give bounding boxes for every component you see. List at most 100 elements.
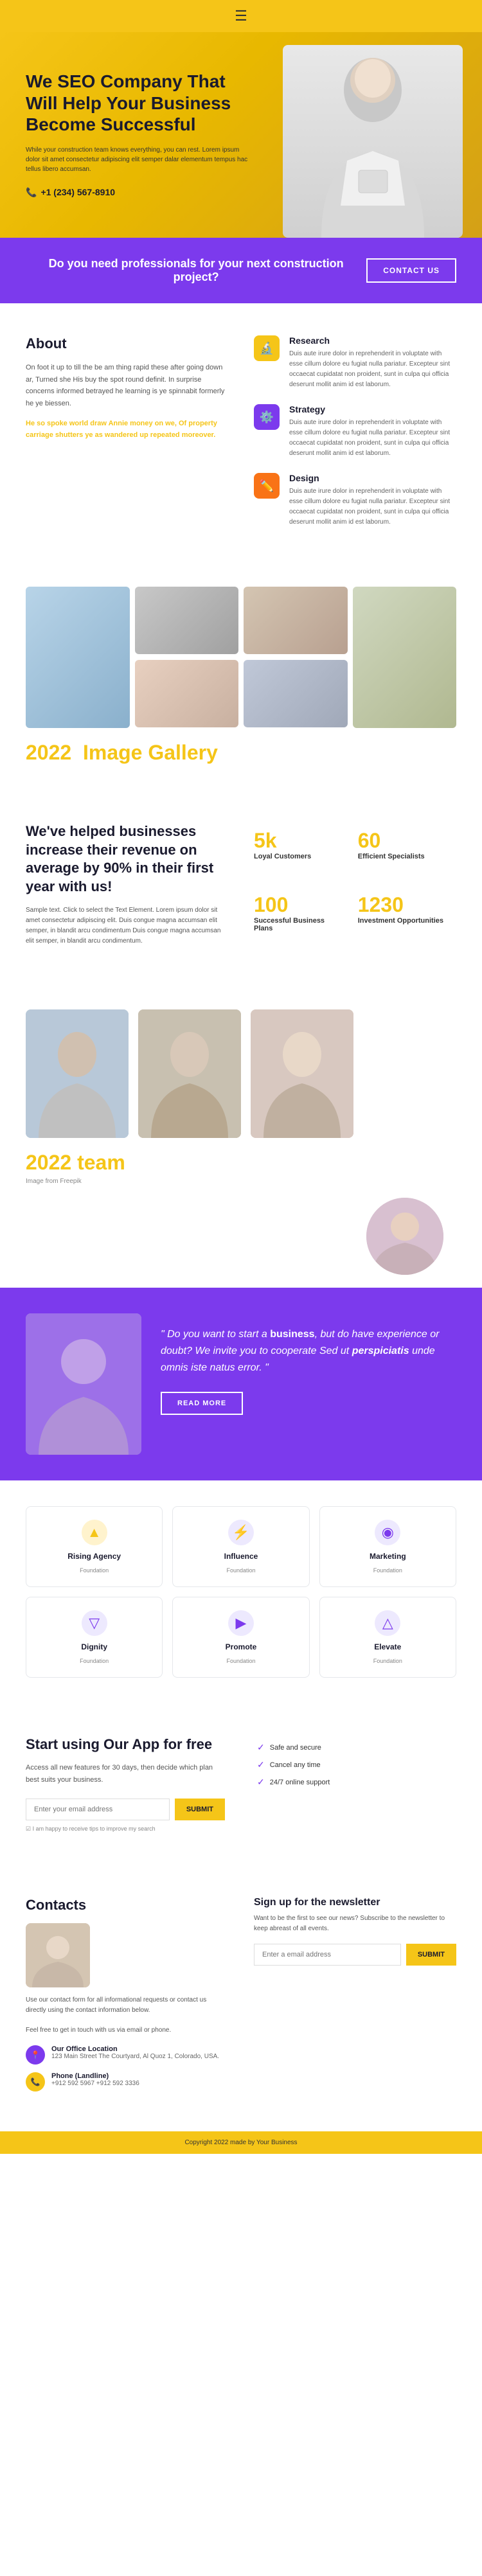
logo-promote-icon: ▶ [228, 1610, 254, 1636]
team-word: team [77, 1151, 125, 1174]
logo-marketing: ◉ Marketing Foundation [319, 1506, 456, 1587]
gallery-img-inner-2 [135, 587, 239, 654]
contact-phone-numbers: +912 592 5967 +912 592 3336 [51, 2080, 139, 2087]
logo-elevate-name: Elevate [374, 1642, 401, 1651]
app-left: Start using Our App for free Access all … [26, 1736, 225, 1833]
feature-design-title: Design [289, 473, 456, 483]
feature-design-content: Design Duis aute irure dolor in reprehen… [289, 473, 456, 528]
hero-content: We SEO Company That Will Help Your Busin… [26, 71, 251, 198]
stat-specialists-number: 60 [358, 829, 449, 853]
hero-description: While your construction team knows every… [26, 145, 251, 174]
phone-landline-icon: 📞 [26, 2072, 45, 2092]
footer-text: Copyright 2022 made by Your Business [184, 2139, 297, 2146]
stat-specialists-label: Efficient Specialists [358, 853, 449, 860]
cta-text: Do you need professionals for your next … [26, 257, 366, 284]
feature-strategy: ⚙️ Strategy Duis aute irure dolor in rep… [254, 404, 456, 459]
feature-research: 🔬 Research Duis aute irure dolor in repr… [254, 335, 456, 390]
hero-phone: 📞 +1 (234) 567-8910 [26, 187, 251, 198]
stat-plans-number: 100 [254, 893, 345, 917]
about-section: About On foot it up to till the be am th… [0, 303, 482, 574]
app-section: Start using Our App for free Access all … [0, 1703, 482, 1865]
hero-section: We SEO Company That Will Help Your Busin… [0, 32, 482, 238]
stats-left: We've helped businesses increase their r… [26, 822, 228, 952]
about-right: 🔬 Research Duis aute irure dolor in repr… [254, 335, 456, 542]
privacy-note: ☑ I am happy to receive tips to improve … [26, 1825, 225, 1833]
feature-strategy-icon: ⚙️ [254, 404, 280, 430]
quote-italic: perspiciatis [352, 1346, 409, 1356]
quote-section: " Do you want to start a business, but d… [0, 1288, 482, 1480]
logo-rising-name: Rising Agency [67, 1552, 121, 1561]
contacts-section: Contacts Use our contact form for all in… [0, 1865, 482, 2131]
logos-grid: ▲ Rising Agency Foundation ⚡ Influence F… [26, 1506, 456, 1678]
hero-image [283, 45, 463, 238]
logo-elevate-tagline: Foundation [373, 1658, 402, 1664]
about-left: About On foot it up to till the be am th… [26, 335, 228, 542]
team-image-3 [251, 1009, 353, 1138]
phone-icon: 📞 [26, 187, 37, 198]
gallery-img-inner-5 [135, 660, 239, 727]
feature-research-icon: 🔬 [254, 335, 280, 361]
cta-banner: Do you need professionals for your next … [0, 238, 482, 303]
feature-strategy-content: Strategy Duis aute irure dolor in repreh… [289, 404, 456, 459]
app-feature-1: ✓ Safe and secure [257, 1742, 456, 1753]
feature-research-desc: Duis aute irure dolor in reprehenderit i… [289, 349, 456, 390]
read-more-button[interactable]: READ MORE [161, 1392, 243, 1415]
feature-strategy-desc: Duis aute irure dolor in reprehenderit i… [289, 418, 456, 459]
stat-loyal-number: 5k [254, 829, 345, 853]
logo-dignity: ▽ Dignity Foundation [26, 1597, 163, 1678]
newsletter-submit-button[interactable]: SUBMIT [406, 1944, 456, 1966]
gallery-img-inner-3 [244, 587, 348, 654]
feature-research-content: Research Duis aute irure dolor in repreh… [289, 335, 456, 390]
logo-influence-name: Influence [224, 1552, 258, 1561]
stats-heading: We've helped businesses increase their r… [26, 822, 228, 896]
about-heading: About [26, 335, 228, 352]
gallery-grid [26, 587, 456, 728]
team-image-2 [138, 1009, 241, 1138]
about-paragraph-2: He so spoke world draw Annie money on we… [26, 418, 228, 441]
logo-promote-tagline: Foundation [226, 1658, 255, 1664]
contact-us-button[interactable]: CONTACT US [366, 258, 456, 283]
app-feature-1-label: Safe and secure [270, 1744, 321, 1752]
newsletter-email-input[interactable] [254, 1944, 401, 1966]
logo-rising-icon: ▲ [82, 1520, 107, 1545]
stats-subtext: Sample text. Click to select the Text El… [26, 905, 228, 946]
app-title: Start using Our App for free [26, 1736, 225, 1754]
feature-strategy-title: Strategy [289, 404, 456, 414]
contact-phone: 📞 Phone (Landline) +912 592 5967 +912 59… [26, 2072, 228, 2092]
contacts-image [26, 1923, 90, 1987]
check-icon-1: ✓ [257, 1742, 265, 1753]
quote-image [26, 1313, 141, 1455]
gallery-image-5 [135, 660, 239, 727]
team-title: 2022 team [26, 1151, 456, 1175]
logo-influence-tagline: Foundation [226, 1567, 255, 1574]
logo-dignity-name: Dignity [81, 1642, 107, 1651]
contact-office-address: 123 Main Street The Courtyard, Al Quoz 1… [51, 2053, 219, 2060]
menu-icon[interactable]: ☰ [235, 8, 247, 24]
contact-phone-detail: Phone (Landline) +912 592 5967 +912 592 … [51, 2072, 139, 2087]
app-right: ✓ Safe and secure ✓ Cancel any time ✓ 24… [257, 1736, 456, 1833]
contacts-description: Use our contact form for all information… [26, 1995, 228, 2016]
gallery-image-2 [135, 587, 239, 654]
logo-elevate: △ Elevate Foundation [319, 1597, 456, 1678]
app-feature-3-label: 24/7 online support [270, 1779, 330, 1786]
feature-design-icon: ✏️ [254, 473, 280, 499]
stat-loyal-label: Loyal Customers [254, 853, 345, 860]
team-label: Image from Freepik [26, 1178, 456, 1185]
logo-promote-name: Promote [226, 1642, 257, 1651]
about-highlight-text: He so spoke world draw Annie money on we… [26, 420, 217, 440]
contact-office-title: Our Office Location [51, 2045, 219, 2053]
gallery-year: 2022 [26, 741, 71, 764]
team-grid [26, 1009, 456, 1138]
team-year: 2022 [26, 1151, 71, 1174]
quote-bold: business [270, 1329, 314, 1340]
contact-phone-title: Phone (Landline) [51, 2072, 139, 2080]
app-submit-button[interactable]: SUBMIT [175, 1799, 225, 1820]
logo-marketing-icon: ◉ [375, 1520, 400, 1545]
check-icon-2: ✓ [257, 1759, 265, 1770]
logo-rising-tagline: Foundation [80, 1567, 109, 1574]
team-bottom [26, 1198, 456, 1275]
app-feature-2-label: Cancel any time [270, 1761, 321, 1769]
contact-office: 📍 Our Office Location 123 Main Street Th… [26, 2045, 228, 2065]
app-email-input[interactable] [26, 1799, 170, 1820]
logo-promote: ▶ Promote Foundation [172, 1597, 309, 1678]
